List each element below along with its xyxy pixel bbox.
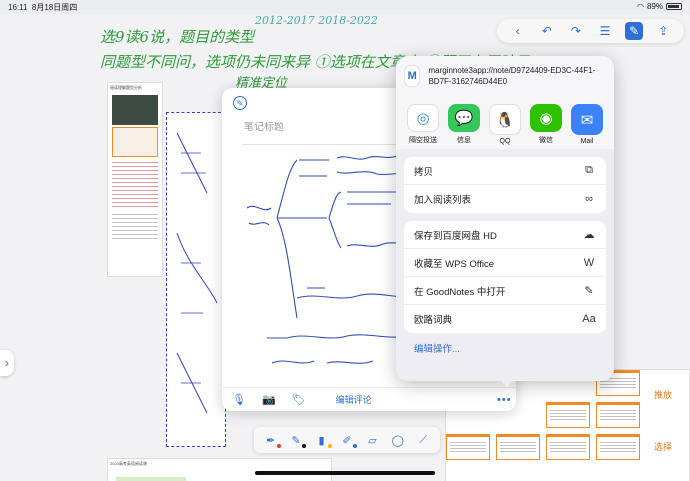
goodnotes-icon: ✎ <box>584 285 594 297</box>
status-indicators: ◠ 89% <box>637 2 682 11</box>
excerpt-card[interactable] <box>596 402 640 428</box>
status-bar: 16:11 8月18日周四 ◠ 89% <box>0 0 690 14</box>
share-app-label: 微信 <box>539 137 553 144</box>
battery-percent: 89% <box>646 2 663 11</box>
copy-action[interactable]: 拷贝 ⧉ <box>404 157 606 185</box>
share-sheet: M marginnote3app://note/D9724409-ED3C-44… <box>396 56 614 381</box>
more-button[interactable]: ••• <box>497 394 512 406</box>
action-label: 保存到百度网盘 HD <box>414 230 497 242</box>
excerpt-card[interactable] <box>546 402 590 428</box>
add-reading-list-action[interactable]: 加入阅读列表 ∞ <box>404 185 606 213</box>
share-actions-group: 保存到百度网盘 HD ☁ 收藏至 WPS Office W 在 GoodNote… <box>404 221 606 333</box>
action-label: 欧路词典 <box>414 315 453 326</box>
tag-label: 选择 <box>654 440 673 453</box>
top-toolbar: ‹ ↶ ↷ ☰ ✎ ⇪ <box>497 19 684 43</box>
share-app-mail[interactable]: ✉ Mail <box>570 104 604 145</box>
redo-icon[interactable]: ↷ <box>567 22 585 40</box>
expand-sidebar-button[interactable]: › <box>0 350 14 376</box>
undo-icon[interactable]: ↶ <box>538 22 556 40</box>
share-url: marginnote3app://note/D9724409-ED3C-44F1… <box>428 66 596 86</box>
excerpt-card[interactable] <box>596 434 640 460</box>
share-apps-row: ◎ 隔空投送 💬 信息 🐧 QQ ◉ 微信 ✉ Mail <box>396 96 614 149</box>
action-label: 收藏至 WPS Office <box>414 258 495 270</box>
home-indicator <box>255 471 435 475</box>
chevron-right-icon: › <box>5 356 9 370</box>
save-wps-action[interactable]: 收藏至 WPS Office W <box>404 249 606 277</box>
share-icon[interactable]: ⇪ <box>654 22 672 40</box>
pen-mode-icon[interactable]: ✎ <box>625 22 644 40</box>
thumbnail-block <box>112 127 158 157</box>
note-bottom-bar: 🎙 📷 🏷 编辑评论 <box>222 387 516 411</box>
eudic-action[interactable]: 欧路词典 Aa <box>404 305 606 333</box>
wifi-icon: ◠ <box>637 2 644 11</box>
pen-circle-icon[interactable]: ✎ <box>233 96 247 110</box>
baidu-cloud-icon: ☁ <box>583 229 595 241</box>
mindmap-frame[interactable] <box>166 112 226 447</box>
share-app-airdrop[interactable]: ◎ 隔空投送 <box>406 104 440 145</box>
thumbnail-block <box>112 95 158 125</box>
share-app-messages[interactable]: 💬 信息 <box>447 104 481 145</box>
page-thumbnail[interactable]: 2023高考英语阅读课 <box>107 458 332 481</box>
fountain-pen-icon[interactable]: ✒ <box>263 432 281 448</box>
color-dot <box>327 444 332 448</box>
action-label: 加入阅读列表 <box>414 195 472 206</box>
share-app-label: 信息 <box>457 137 471 144</box>
save-baidu-action[interactable]: 保存到百度网盘 HD ☁ <box>404 221 606 249</box>
handwriting-line: 选9读6说，题目的类型 <box>100 28 255 46</box>
share-header: M marginnote3app://note/D9724409-ED3C-44… <box>396 56 614 96</box>
share-app-label: Mail <box>580 138 594 145</box>
page-title: 2023高考英语阅读课 <box>110 461 147 466</box>
camera-icon[interactable]: 📷 <box>262 393 276 406</box>
marginnote-app-icon: M <box>404 65 421 87</box>
share-actions-group: 拷贝 ⧉ 加入阅读列表 ∞ <box>404 157 606 213</box>
action-label: 拷贝 <box>414 166 434 178</box>
ruler-icon[interactable]: ⟋ <box>415 432 431 448</box>
share-app-wechat[interactable]: ◉ 微信 <box>529 104 563 145</box>
pen-tool-tray: ✒ ✎ ▮ ✐ ▱ ◯ ⟋ <box>254 427 440 453</box>
action-label: 在 GoodNotes 中打开 <box>414 286 506 298</box>
share-app-label: QQ <box>499 138 511 145</box>
highlighter-icon[interactable]: ▮ <box>314 432 332 448</box>
copy-icon: ⧉ <box>585 164 593 176</box>
marker-icon[interactable]: ✐ <box>339 432 357 448</box>
eraser-icon[interactable]: ▱ <box>364 432 380 448</box>
qq-icon: 🐧 <box>489 104 521 135</box>
edit-comment-button[interactable]: 编辑评论 <box>336 393 372 406</box>
tag-label: 推放 <box>654 388 673 401</box>
wechat-icon: ◉ <box>530 104 562 132</box>
page-thumbnail[interactable]: 阅读理解题型分析 <box>107 82 163 277</box>
share-app-qq[interactable]: 🐧 QQ <box>488 104 522 145</box>
thumbnail-block <box>112 211 158 241</box>
eudic-icon: Aa <box>582 313 596 325</box>
excerpt-card[interactable] <box>496 434 540 460</box>
note-title-input[interactable] <box>244 122 404 133</box>
page-title: 阅读理解题型分析 <box>110 85 142 90</box>
airdrop-icon: ◎ <box>407 104 439 132</box>
list-icon[interactable]: ☰ <box>596 22 614 40</box>
ballpoint-pen-icon[interactable]: ✎ <box>288 432 307 448</box>
color-dot <box>302 444 307 448</box>
lasso-icon[interactable]: ◯ <box>390 432 406 448</box>
glasses-icon: ∞ <box>585 193 593 205</box>
mindmap-drawing <box>176 132 218 414</box>
back-icon[interactable]: ‹ <box>509 22 527 40</box>
status-time: 16:11 8月18日周四 <box>8 3 78 12</box>
color-dot <box>276 444 281 448</box>
excerpt-card[interactable] <box>546 434 590 460</box>
thumbnail-block <box>112 159 158 209</box>
color-dot <box>352 444 357 448</box>
excerpt-card[interactable] <box>446 434 490 460</box>
mail-icon: ✉ <box>571 104 603 135</box>
handwriting-line: 2012-2017 2018-2022 <box>255 14 378 27</box>
mic-icon[interactable]: 🎙 <box>232 393 246 406</box>
edit-actions-link[interactable]: 编辑操作... <box>414 341 596 355</box>
tag-icon[interactable]: 🏷 <box>292 393 306 406</box>
open-goodnotes-action[interactable]: 在 GoodNotes 中打开 ✎ <box>404 277 606 305</box>
messages-icon: 💬 <box>448 104 480 132</box>
wps-icon: W <box>583 256 595 269</box>
highlight-block <box>116 477 186 481</box>
battery-icon <box>666 3 682 10</box>
share-app-label: 隔空投送 <box>409 137 437 144</box>
share-sheet-pointer <box>500 380 514 387</box>
